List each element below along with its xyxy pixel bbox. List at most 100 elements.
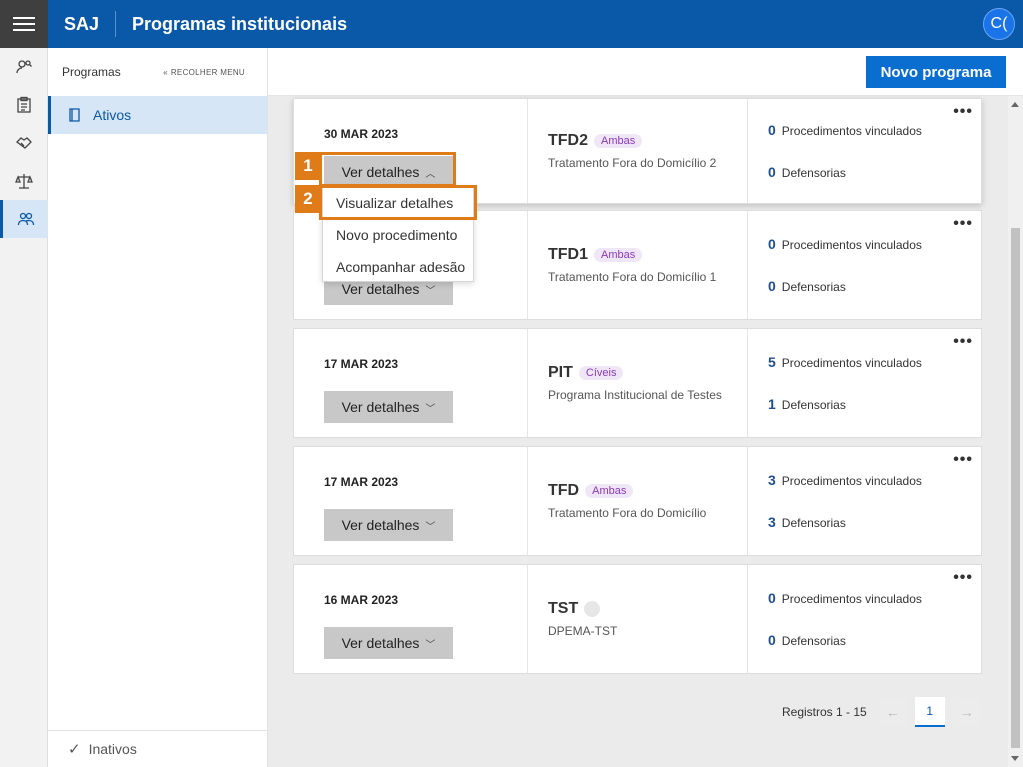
more-options-icon[interactable]: •••: [953, 569, 973, 587]
card-stats-column: 5 Procedimentos vinculados 1 Defensorias •…: [748, 329, 981, 437]
defensorias-count: 0: [768, 278, 776, 294]
procedures-count: 0: [768, 236, 776, 252]
card-stats-column: 0 Procedimentos vinculados 0 Defensorias •…: [748, 99, 981, 203]
program-tag: Cíveis: [578, 366, 624, 380]
defensorias-count: 1: [768, 396, 776, 412]
check-icon: ✓: [68, 741, 81, 758]
card-stats-column: 0 Procedimentos vinculados 0 Defensorias •…: [748, 565, 981, 673]
more-options-icon[interactable]: •••: [953, 103, 973, 121]
people-icon[interactable]: [0, 200, 48, 238]
details-button[interactable]: Ver detalhes ﹀: [324, 391, 453, 423]
chevron-down-icon: ﹀: [425, 403, 436, 415]
step-2-badge: 2: [295, 185, 321, 213]
procedures-count: 0: [768, 590, 776, 606]
card-date: 17 MAR 2023: [324, 357, 399, 371]
defensorias-label: Defensorias: [781, 166, 846, 180]
defensorias-stat: 1 Defensorias: [768, 396, 981, 412]
program-card: 16 MAR 2023 Ver detalhes ﹀ TST DPEMA-TST…: [293, 564, 982, 674]
pagination: Registros 1 - 15 ← 1 →: [782, 697, 981, 727]
menu-item-track-adhesion[interactable]: Acompanhar adesão: [323, 251, 473, 283]
collapse-menu-label: RECOLHER MENU: [170, 67, 245, 77]
handshake-icon[interactable]: [0, 124, 48, 162]
details-button[interactable]: Ver detalhes ﹀: [324, 627, 453, 659]
program-name: Tratamento Fora do Domicílio 2: [548, 156, 717, 170]
card-program-column: PIT Cíveis Programa Institucional de Tes…: [528, 329, 748, 437]
current-page[interactable]: 1: [914, 697, 945, 727]
top-bar: SAJ Programas institucionais C(: [0, 0, 1023, 48]
avatar[interactable]: C(: [983, 8, 1015, 40]
defensorias-count: 3: [768, 514, 776, 530]
book-icon: [69, 108, 80, 122]
defensorias-label: Defensorias: [781, 516, 846, 530]
chevron-down-icon: ﹀: [425, 285, 436, 297]
details-button-label: Ver detalhes: [341, 281, 420, 297]
procedures-count: 5: [768, 354, 776, 370]
program-tag-empty: [584, 601, 601, 617]
defensorias-stat: 3 Defensorias: [768, 514, 981, 530]
hamburger-menu-icon[interactable]: [0, 0, 48, 48]
scales-icon[interactable]: [0, 162, 48, 200]
defensorias-label: Defensorias: [781, 634, 846, 648]
program-name: Programa Institucional de Testes: [548, 388, 722, 402]
program-code: TFD1: [548, 246, 588, 263]
chevron-down-icon: ﹀: [425, 639, 436, 651]
card-program-column: TST DPEMA-TST: [528, 565, 748, 673]
card-date: 16 MAR 2023: [324, 593, 399, 607]
scroll-down-icon[interactable]: [1011, 756, 1019, 761]
defensorias-label: Defensorias: [781, 398, 846, 412]
scrollbar[interactable]: [1008, 96, 1023, 767]
panel-item-ativos[interactable]: Ativos: [48, 96, 267, 134]
procedures-count: 0: [768, 122, 776, 138]
records-count: Registros 1 - 15: [782, 705, 867, 719]
procedures-label: Procedimentos vinculados: [781, 124, 922, 138]
next-page-button[interactable]: →: [952, 698, 981, 726]
defensorias-count: 0: [768, 164, 776, 180]
program-name: DPEMA-TST: [548, 624, 618, 638]
scroll-up-icon[interactable]: [1011, 102, 1019, 107]
new-program-button[interactable]: Novo programa: [866, 56, 1006, 88]
menu-item-new-procedure[interactable]: Novo procedimento: [323, 219, 473, 251]
program-code: PIT: [548, 364, 573, 381]
card-date-column: 17 MAR 2023 Ver detalhes ﹀: [294, 447, 528, 555]
card-date-column: 17 MAR 2023 Ver detalhes ﹀: [294, 329, 528, 437]
procedures-label: Procedimentos vinculados: [781, 238, 922, 252]
procedures-label: Procedimentos vinculados: [781, 474, 922, 488]
card-date-column: 16 MAR 2023 Ver detalhes ﹀: [294, 565, 528, 673]
card-date: 30 MAR 2023: [324, 127, 399, 141]
procedures-label: Procedimentos vinculados: [781, 356, 922, 370]
procedures-stat: 0 Procedimentos vinculados: [768, 122, 981, 138]
side-panel: Programas « RECOLHER MENU Ativos ✓ Inati…: [48, 48, 268, 767]
person-search-icon[interactable]: [0, 48, 48, 86]
chevron-down-icon: ﹀: [425, 521, 436, 533]
panel-item-inativos[interactable]: ✓ Inativos: [48, 730, 268, 767]
card-stats-column: 0 Procedimentos vinculados 0 Defensorias •…: [748, 211, 981, 319]
procedures-count: 3: [768, 472, 776, 488]
procedures-stat: 5 Procedimentos vinculados: [768, 354, 981, 370]
defensorias-stat: 0 Defensorias: [768, 632, 981, 648]
panel-header: Programas « RECOLHER MENU: [48, 48, 267, 96]
procedures-stat: 0 Procedimentos vinculados: [768, 236, 981, 252]
prev-page-button[interactable]: ←: [878, 698, 907, 726]
more-options-icon[interactable]: •••: [953, 451, 973, 469]
defensorias-stat: 0 Defensorias: [768, 278, 981, 294]
defensorias-stat: 0 Defensorias: [768, 164, 981, 180]
step-2-highlight: [319, 185, 477, 220]
icon-rail: [0, 48, 48, 767]
more-options-icon[interactable]: •••: [953, 333, 973, 351]
card-program-column: TFD2 Ambas Tratamento Fora do Domicílio …: [528, 99, 748, 203]
program-code: TFD: [548, 482, 580, 499]
panel-footer-label: Inativos: [88, 741, 137, 757]
clipboard-icon[interactable]: [0, 86, 48, 124]
procedures-stat: 0 Procedimentos vinculados: [768, 590, 981, 606]
brand-logo[interactable]: SAJ: [64, 11, 117, 37]
collapse-menu-button[interactable]: « RECOLHER MENU: [163, 68, 245, 77]
details-button[interactable]: Ver detalhes ﹀: [324, 509, 453, 541]
more-options-icon[interactable]: •••: [953, 215, 973, 233]
content-toolbar: Novo programa: [268, 48, 1023, 96]
details-button-label: Ver detalhes: [341, 399, 420, 415]
details-button-label: Ver detalhes: [341, 635, 420, 651]
scrollbar-thumb[interactable]: [1011, 228, 1020, 748]
program-code: TFD2: [548, 132, 588, 149]
program-tag: Ambas: [594, 134, 643, 148]
panel-item-label: Ativos: [93, 107, 132, 123]
